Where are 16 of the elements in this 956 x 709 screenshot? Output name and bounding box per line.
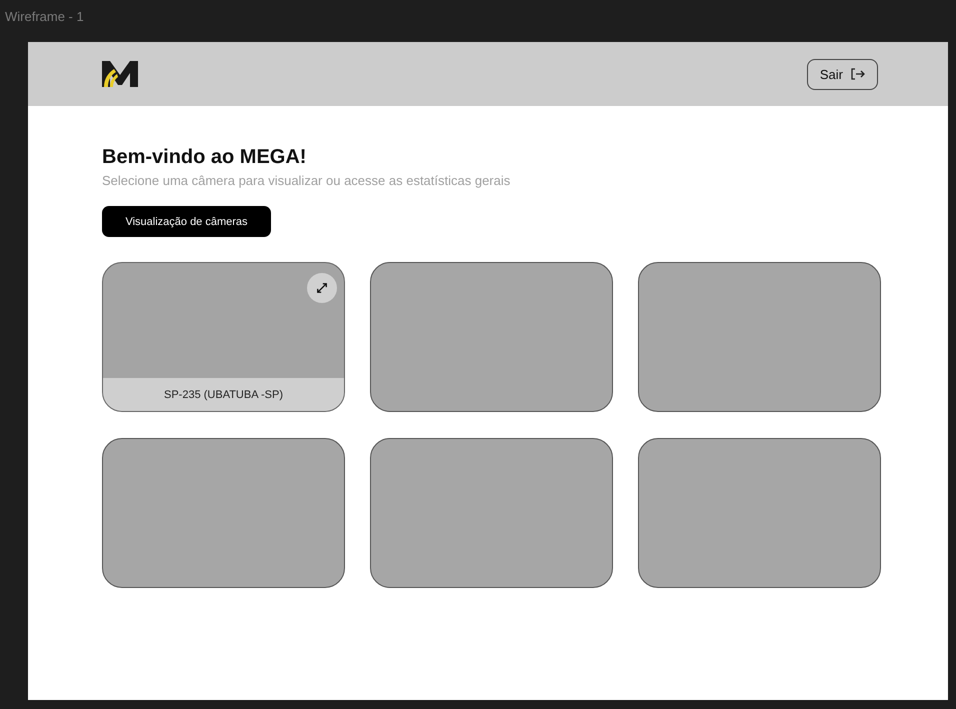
- logout-icon: [851, 68, 865, 80]
- camera-view-button[interactable]: Visualização de câmeras: [102, 206, 271, 237]
- camera-card[interactable]: [638, 262, 881, 412]
- camera-card[interactable]: SP-235 (UBATUBA -SP): [102, 262, 345, 412]
- logo-icon: [100, 59, 140, 89]
- expand-icon: [316, 282, 328, 294]
- camera-card[interactable]: [102, 438, 345, 588]
- welcome-heading: Bem-vindo ao MEGA!: [102, 146, 308, 169]
- expand-button[interactable]: [307, 273, 337, 303]
- camera-label: SP-235 (UBATUBA -SP): [103, 378, 344, 411]
- subtitle: Selecione uma câmera para visualizar ou acesse as estatísticas gerais: [102, 173, 512, 188]
- camera-card[interactable]: [370, 262, 613, 412]
- camera-card[interactable]: [370, 438, 613, 588]
- window-title: Wireframe - 1: [5, 9, 84, 24]
- logout-button[interactable]: Sair: [806, 58, 878, 90]
- camera-card[interactable]: [638, 438, 881, 588]
